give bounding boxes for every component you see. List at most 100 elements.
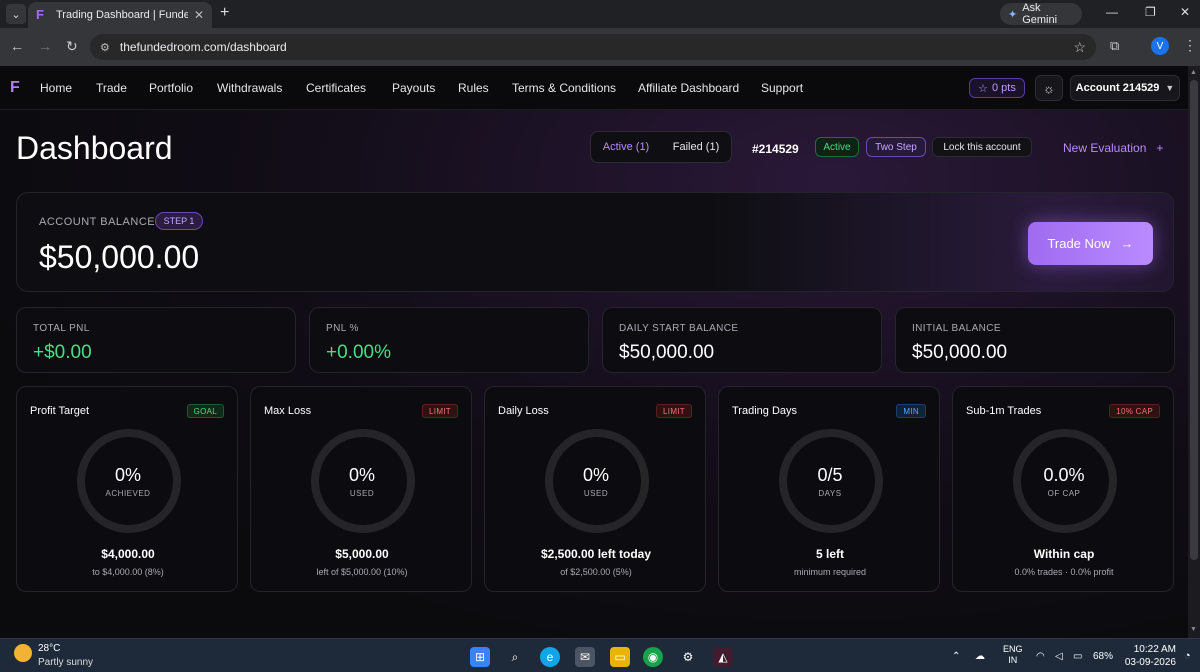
points-label: 0 pts (992, 82, 1016, 94)
account-label: Account 214529 (1075, 82, 1160, 94)
ring-value: 0% (348, 465, 375, 485)
tray-chevron-icon[interactable]: ⌃ (952, 651, 960, 662)
weather-description[interactable]: Partly sunny (38, 657, 93, 668)
close-window-icon[interactable]: ✕ (1180, 5, 1190, 19)
status-badge: Active (815, 137, 859, 157)
metric-note: of $2,500.00 (5%) (560, 567, 632, 577)
chrome-icon[interactable]: ◉ (643, 647, 663, 667)
step-badge: STEP 1 (155, 212, 203, 230)
app-icon[interactable]: ◭ (713, 647, 733, 667)
url-input[interactable]: ⚙ thefundedroom.com/dashboard ☆ (90, 34, 1096, 60)
nav-portfolio[interactable]: Portfolio (149, 81, 193, 95)
extensions-icon[interactable]: ⧉ (1110, 38, 1119, 54)
stat-label: PNL % (326, 323, 359, 334)
nav-withdrawals[interactable]: Withdrawals (217, 81, 282, 95)
windows-start-icon[interactable]: ⊞ (470, 647, 490, 667)
scroll-thumb[interactable] (1190, 80, 1198, 560)
metric-note: 0.0% trades · 0.0% profit (1014, 567, 1114, 577)
nav-support[interactable]: Support (761, 81, 803, 95)
system-clock[interactable]: 10:22 AM 03-09-2026 (1116, 643, 1176, 669)
file-explorer-icon[interactable]: ▭ (610, 647, 630, 667)
trade-now-button[interactable]: Trade Now → (1028, 222, 1153, 265)
filter-active-tab[interactable]: Active (1) (603, 141, 649, 153)
wifi-icon[interactable]: ◠ (1036, 651, 1045, 662)
nav-affiliate-dashboard[interactable]: Affiliate Dashboard (638, 81, 739, 95)
nav-trade[interactable]: Trade (96, 81, 127, 95)
weather-sun-icon[interactable] (14, 644, 32, 662)
tab-search-icon[interactable]: ⌄ (6, 4, 26, 24)
points-badge[interactable]: ☆ 0 pts (969, 78, 1025, 98)
metric-note: minimum required (793, 567, 867, 577)
metric-title: Sub-1m Trades (966, 405, 1042, 417)
metric-tag: LIMIT (422, 404, 458, 418)
new-evaluation-label: New Evaluation (1063, 141, 1147, 155)
reload-icon[interactable]: ↻ (66, 38, 78, 55)
metric-profit-target: Profit Target GOAL 0% ACHIEVED $4,000.00… (16, 386, 238, 592)
metric-max-loss: Max Loss LIMIT 0% USED $5,000.00 left of… (250, 386, 472, 592)
mail-icon[interactable]: ✉ (575, 647, 595, 667)
nav-certificates[interactable]: Certificates (306, 81, 366, 95)
minimize-icon[interactable]: — (1106, 5, 1118, 19)
plus-icon: + (1156, 141, 1164, 155)
scroll-up-icon[interactable]: ▲ (1190, 69, 1197, 76)
weather-temperature[interactable]: 28°C (38, 643, 60, 654)
ask-gemini-button[interactable]: ✦ Ask Gemini (1000, 2, 1082, 26)
nav-rules[interactable]: Rules (458, 81, 489, 95)
forward-icon[interactable]: → (38, 38, 52, 54)
browser-tab-bar: ⌄ F Trading Dashboard | Funded Ro ✕ + ✦ … (0, 0, 1200, 28)
caret-down-icon: ▼ (1165, 83, 1175, 93)
stat-value: $50,000.00 (912, 342, 1008, 363)
browser-menu-icon[interactable]: ⋮ (1183, 37, 1197, 54)
metric-daily-loss: Daily Loss LIMIT 0% USED $2,500.00 left … (484, 386, 706, 592)
edge-browser-icon[interactable]: e (540, 647, 560, 667)
metric-sub-1m-trades: Sub-1m Trades 10% CAP 0.0% OF CAP Within… (952, 386, 1174, 592)
star-icon: ☆ (978, 82, 988, 95)
metric-amount: $2,500.00 left today (540, 547, 652, 561)
metric-tag: 10% CAP (1109, 404, 1160, 418)
new-evaluation-button[interactable]: New Evaluation + (1063, 141, 1163, 155)
tab-title: Trading Dashboard | Funded Ro (56, 9, 188, 21)
restore-icon[interactable]: ❐ (1145, 5, 1156, 19)
nav-payouts[interactable]: Payouts (392, 81, 435, 95)
address-bar-row: ← → ↻ ⚙ thefundedroom.com/dashboard ☆ ⧉ … (0, 28, 1200, 66)
site-info-icon[interactable]: ⚙ (100, 41, 110, 54)
sun-icon: ☼ (1043, 80, 1055, 96)
settings-gear-icon[interactable]: ⚙ (678, 647, 698, 667)
volume-icon[interactable]: ◁ (1055, 651, 1063, 662)
new-tab-icon[interactable]: + (220, 4, 229, 22)
nav-terms[interactable]: Terms & Conditions (512, 81, 616, 95)
close-tab-icon[interactable]: ✕ (194, 8, 204, 22)
bookmark-star-icon[interactable]: ☆ (1073, 39, 1086, 56)
lock-account-button[interactable]: Lock this account (932, 137, 1032, 157)
notification-bell-icon[interactable]: ◔ (1184, 650, 1191, 662)
metric-amount: $5,000.00 (335, 547, 389, 561)
metric-tag: GOAL (186, 404, 224, 418)
metric-amount: Within cap (1033, 547, 1095, 561)
page-scrollbar[interactable]: ▲ ▼ (1188, 66, 1200, 638)
taskbar: 28°C Partly sunny ⊞ ⌕ e ✉ ▭ ◉ ⚙ ◭ ⌃ ☁ EN… (0, 638, 1200, 672)
nav-home[interactable]: Home (40, 81, 72, 95)
theme-toggle-button[interactable]: ☼ (1035, 75, 1063, 101)
onedrive-cloud-icon[interactable]: ☁ (975, 651, 985, 662)
back-icon[interactable]: ← (10, 38, 24, 54)
profile-avatar[interactable]: V (1151, 37, 1169, 55)
language-code: ENG (1003, 644, 1023, 654)
metric-note: left of $5,000.00 (10%) (316, 567, 408, 577)
stat-initial-balance: INITIAL BALANCE $50,000.00 (895, 307, 1175, 373)
language-indicator[interactable]: ENG IN (1003, 644, 1023, 666)
clock-date: 03-09-2026 (1124, 657, 1176, 668)
account-selector[interactable]: Account 214529 ▼ (1070, 75, 1180, 101)
ring-caption: USED (583, 489, 609, 498)
browser-tab[interactable]: F Trading Dashboard | Funded Ro ✕ (28, 2, 212, 28)
metric-note: to $4,000.00 (8%) (92, 567, 164, 577)
metric-title: Trading Days (732, 405, 798, 417)
scroll-down-icon[interactable]: ▼ (1190, 626, 1197, 633)
battery-percent: 68% (1093, 651, 1114, 662)
ring-value: 0% (582, 465, 609, 485)
battery-icon[interactable]: ▭ (1073, 651, 1082, 662)
logo-icon[interactable]: F (10, 80, 24, 96)
search-icon[interactable]: ⌕ (505, 647, 525, 667)
filter-failed-tab[interactable]: Failed (1) (673, 141, 719, 153)
stat-pnl-percent: PNL % +0.00% (309, 307, 589, 373)
stat-label: INITIAL BALANCE (912, 323, 1001, 334)
